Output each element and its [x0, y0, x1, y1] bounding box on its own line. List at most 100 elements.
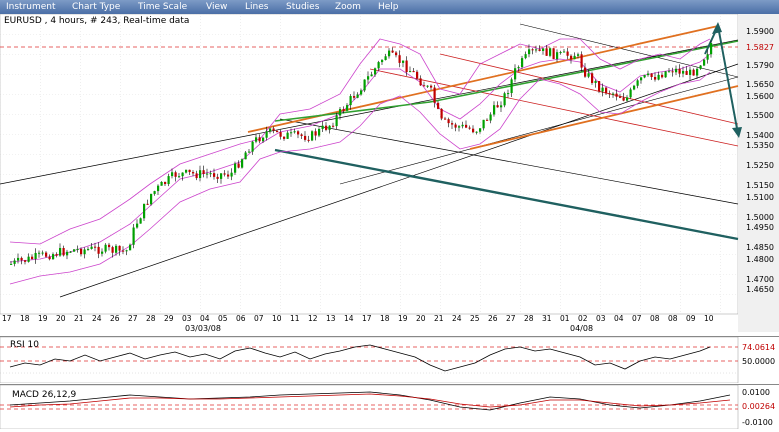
candle-down — [283, 136, 286, 139]
candle-down — [188, 169, 191, 173]
x-tick-label: 20 — [416, 314, 426, 323]
candle-up — [125, 250, 128, 252]
price-chart-svg[interactable]: EURUSD , 4 hours, # 243, Real-time data … — [0, 13, 779, 333]
candle-up — [675, 68, 678, 73]
candle-down — [111, 247, 114, 253]
candle-up — [17, 257, 20, 261]
candle-up — [66, 251, 69, 256]
candle-up — [668, 71, 671, 73]
x-tick-label: 07 — [254, 314, 264, 323]
x-tick-label: 20 — [56, 314, 66, 323]
price-chart-panel[interactable]: EURUSD , 4 hours, # 243, Real-time data … — [0, 13, 779, 333]
menu-instrument[interactable]: Instrument — [6, 0, 56, 14]
candle-up — [206, 173, 209, 175]
candle-down — [570, 55, 573, 60]
candle-up — [129, 244, 132, 251]
candle-up — [349, 96, 352, 106]
candle-down — [580, 54, 583, 68]
candle-up — [286, 132, 289, 139]
candle-up — [265, 131, 268, 138]
candle-down — [353, 96, 356, 98]
y-label: 1.5500 — [746, 111, 774, 120]
candle-up — [143, 203, 146, 219]
candle-up — [409, 71, 412, 73]
candle-up — [262, 137, 265, 142]
candle-up — [139, 218, 142, 224]
x-tick-label: 24 — [92, 314, 102, 323]
candle-down — [552, 48, 555, 59]
menu-zoom[interactable]: Zoom — [335, 0, 361, 14]
y-label: 1.4650 — [746, 285, 774, 294]
candle-up — [59, 247, 62, 256]
candle-up — [374, 68, 377, 75]
candle-up — [104, 244, 107, 252]
candle-up — [335, 115, 338, 127]
rsi-title: RSI 10 — [10, 340, 39, 350]
candle-up — [248, 151, 251, 153]
candle-up — [384, 56, 387, 61]
candle-up — [500, 105, 503, 108]
candle-down — [20, 257, 23, 261]
candle-up — [363, 79, 366, 91]
candle-up — [199, 170, 202, 179]
candle-down — [192, 172, 195, 174]
menu-studies[interactable]: Studies — [286, 0, 319, 14]
candle-down — [545, 48, 548, 56]
candle-down — [279, 132, 282, 137]
candle-up — [311, 131, 314, 141]
y-label: 1.5790 — [746, 61, 774, 70]
candle-up — [563, 51, 566, 53]
menu-view[interactable]: View — [206, 0, 227, 14]
trading-app: Instrument Chart Type Time Scale View Li… — [0, 0, 779, 430]
menu-help[interactable]: Help — [378, 0, 399, 14]
candle-up — [682, 70, 685, 74]
candle-down — [202, 170, 205, 174]
candle-up — [601, 87, 604, 92]
rsi-value-mid: 50.0000 — [742, 357, 775, 366]
y-label: 1.5000 — [746, 213, 774, 222]
y-label: 1.4850 — [746, 243, 774, 252]
x-tick-label: 10 — [272, 314, 282, 323]
candle-up — [458, 126, 461, 128]
x-tick-label: 02 — [578, 314, 588, 323]
candle-down — [276, 130, 279, 133]
menu-chart-type[interactable]: Chart Type — [72, 0, 120, 14]
macd-value-upper: 0.0100 — [742, 388, 770, 397]
x-tick-label: 05 — [218, 314, 228, 323]
candle-down — [433, 87, 436, 103]
candle-down — [437, 102, 440, 109]
y-label: 1.4950 — [746, 223, 774, 232]
candle-down — [591, 73, 594, 83]
candle-down — [605, 87, 608, 94]
candle-down — [454, 124, 457, 128]
candle-up — [115, 245, 118, 253]
y-label: 1.5600 — [746, 92, 774, 101]
candle-down — [62, 247, 65, 256]
candle-down — [608, 93, 611, 95]
candle-down — [237, 163, 240, 168]
x-tick-label: 26 — [110, 314, 120, 323]
x-tick-label: 21 — [434, 314, 444, 323]
candle-down — [195, 173, 198, 179]
candle-up — [27, 256, 30, 262]
candle-down — [174, 172, 177, 177]
candle-up — [664, 71, 667, 78]
month-label-march: 03/03/08 — [185, 324, 221, 332]
candle-down — [486, 119, 489, 121]
menu-time-scale[interactable]: Time Scale — [138, 0, 187, 14]
candle-down — [398, 55, 401, 63]
macd-panel[interactable]: MACD 26,12,9 0.0100 0.00264 -0.0100 — [0, 384, 779, 430]
rsi-panel[interactable]: RSI 10 74.0614 50.0000 — [0, 336, 779, 384]
candle-up — [178, 176, 181, 178]
x-tick-label: 17 — [2, 314, 12, 323]
candle-down — [430, 85, 433, 88]
candle-up — [696, 68, 699, 76]
candle-down — [692, 69, 695, 76]
candle-up — [234, 163, 237, 173]
candle-down — [304, 135, 307, 140]
candle-up — [535, 49, 538, 51]
x-tick-label: 19 — [38, 314, 48, 323]
menu-lines[interactable]: Lines — [245, 0, 268, 14]
candle-down — [80, 248, 83, 255]
candle-up — [636, 80, 639, 86]
